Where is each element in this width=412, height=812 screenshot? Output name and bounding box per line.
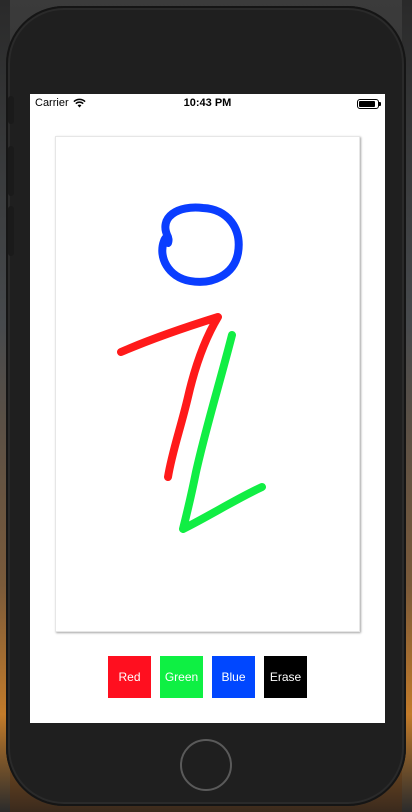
volume-down-button [8, 206, 14, 256]
erase-button[interactable]: Erase [264, 656, 307, 698]
drawing-surface[interactable] [56, 137, 359, 631]
drawing-canvas[interactable] [55, 136, 360, 632]
blue-circle-stroke [158, 203, 243, 286]
erase-button-label: Erase [269, 670, 302, 684]
app-screen: Carrier 10:43 PM Red Green Blue Erase [30, 94, 385, 723]
battery-level [359, 101, 375, 107]
volume-up-button [8, 146, 14, 196]
battery-icon [357, 99, 381, 109]
color-toolbar: Red Green Blue Erase [108, 656, 307, 698]
status-bar: Carrier 10:43 PM [30, 94, 385, 112]
green-button-label: Green [164, 670, 199, 684]
red-button-label: Red [118, 670, 141, 684]
status-time: 10:43 PM [183, 97, 232, 109]
blue-button-label: Blue [221, 670, 246, 684]
home-button[interactable] [180, 739, 232, 791]
red-button[interactable]: Red [108, 656, 151, 698]
mute-switch [8, 96, 14, 124]
blue-button[interactable]: Blue [212, 656, 255, 698]
green-button[interactable]: Green [160, 656, 203, 698]
